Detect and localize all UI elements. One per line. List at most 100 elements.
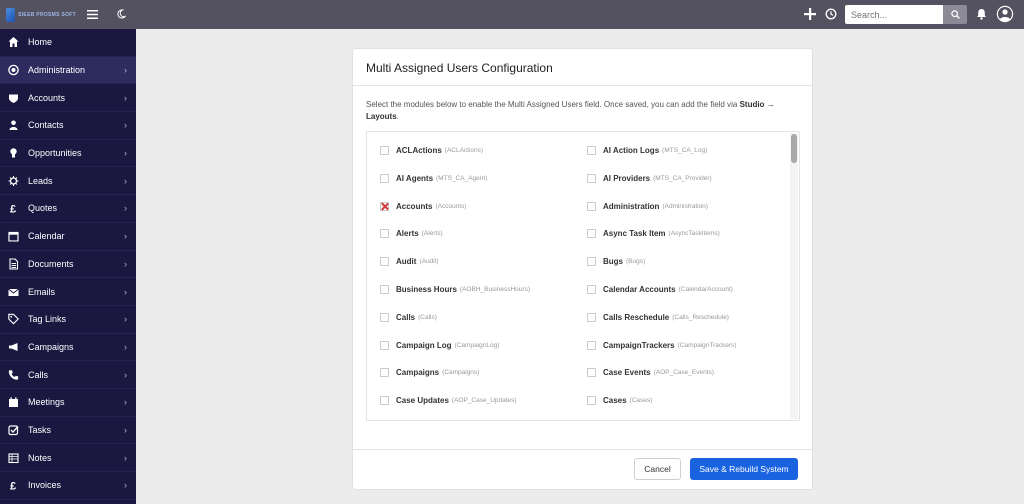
- scrollbar-thumb[interactable]: [791, 134, 797, 163]
- module-option-async-task-item[interactable]: Async Task Item (AsyncTaskItems): [587, 229, 720, 239]
- sidebar-item-label: Home: [28, 37, 53, 48]
- module-checkbox[interactable]: [587, 340, 596, 350]
- module-checkbox[interactable]: [587, 229, 596, 239]
- modules-scrollbar[interactable]: [790, 133, 798, 419]
- module-checkbox[interactable]: [587, 396, 596, 406]
- module-checkbox[interactable]: [380, 257, 389, 267]
- sidebar-item-administration[interactable]: Administration ›: [0, 56, 136, 85]
- module-key: (Bugs): [626, 258, 646, 266]
- module-checkbox[interactable]: [380, 285, 389, 294]
- sidebar-item-home[interactable]: Home: [0, 29, 136, 57]
- module-option-accounts[interactable]: Accounts (Accounts): [380, 201, 467, 211]
- module-key: (Calls): [418, 313, 437, 321]
- sidebar-item-accounts[interactable]: Accounts ›: [0, 84, 136, 113]
- module-option-ai-agents[interactable]: AI Agents (MTS_CA_Agent): [380, 173, 488, 183]
- sidebar-item-emails[interactable]: Emails ›: [0, 278, 136, 306]
- module-name: Alerts: [396, 229, 419, 239]
- module-option-calls-reschedule[interactable]: Calls Reschedule (Calls_Reschedule): [587, 312, 729, 322]
- user-avatar-icon[interactable]: [996, 5, 1014, 23]
- hamburger-icon[interactable]: [84, 6, 100, 22]
- module-option-aclactions[interactable]: ACLActions (ACLActions): [380, 146, 483, 155]
- contacts-icon: [8, 120, 19, 131]
- module-checkbox[interactable]: [380, 340, 389, 350]
- sidebar-item-label: Invoices: [28, 480, 62, 491]
- plus-icon[interactable]: [802, 6, 818, 22]
- chevron-right-icon: ›: [124, 424, 127, 435]
- phone-icon: [8, 369, 19, 380]
- module-option-administration[interactable]: Administration (Administration): [587, 201, 708, 211]
- module-checkbox[interactable]: [380, 312, 389, 322]
- module-checkbox[interactable]: [380, 146, 389, 155]
- sidebar-item-tag-links[interactable]: Tag Links ›: [0, 306, 136, 334]
- module-checkbox[interactable]: [587, 201, 596, 211]
- module-option-cases[interactable]: Cases (Cases): [587, 396, 652, 406]
- sidebar-item-tasks[interactable]: Tasks ›: [0, 417, 136, 445]
- document-icon: [8, 258, 19, 270]
- search-icon: [950, 10, 960, 19]
- bell-icon[interactable]: [973, 6, 989, 22]
- module-key: (MTS_CA_Agent): [436, 174, 488, 182]
- search-button[interactable]: [943, 5, 967, 24]
- module-option-case-updates[interactable]: Case Updates (AOP_Case_Updates): [380, 396, 517, 406]
- module-option-audit[interactable]: Audit (Audit): [380, 257, 439, 267]
- module-key: (Alerts): [421, 230, 443, 238]
- sidebar-item-invoices[interactable]: £ Invoices ›: [0, 472, 136, 500]
- module-checkbox[interactable]: [587, 173, 596, 183]
- module-option-business-hours[interactable]: Business Hours (AOBH_BusinessHours): [380, 285, 530, 294]
- sidebar-item-label: Calls: [28, 369, 49, 380]
- pound-icon: £: [8, 480, 19, 491]
- module-key: (Audit): [419, 258, 439, 266]
- module-key: (CampaignTrackers): [677, 341, 737, 349]
- module-option-campaigntrackers[interactable]: CampaignTrackers (CampaignTrackers): [587, 340, 737, 350]
- module-key: (MTS_CA_Log): [662, 147, 708, 154]
- sidebar-item-campaigns[interactable]: Campaigns ›: [0, 334, 136, 362]
- save-rebuild-button[interactable]: Save & Rebuild System: [690, 458, 798, 480]
- svg-text:£: £: [10, 204, 16, 214]
- company-logo[interactable]: SIEEB PROSMS SOFT: [6, 6, 76, 23]
- module-checkbox[interactable]: [380, 229, 389, 239]
- module-option-campaigns[interactable]: Campaigns (Campaigns): [380, 368, 479, 378]
- sidebar-item-meetings[interactable]: Meetings ›: [0, 389, 136, 417]
- sidebar-item-documents[interactable]: Documents ›: [0, 251, 136, 279]
- module-option-bugs[interactable]: Bugs (Bugs): [587, 257, 646, 267]
- sidebar-item-label: Accounts: [28, 92, 66, 103]
- chevron-right-icon: ›: [124, 397, 127, 408]
- module-key: (AOBH_BusinessHours): [459, 286, 530, 293]
- sidebar-item-contacts[interactable]: Contacts ›: [0, 112, 136, 140]
- history-icon[interactable]: [823, 6, 839, 22]
- module-name: Calls Reschedule: [603, 312, 670, 322]
- cancel-button[interactable]: Cancel: [634, 458, 681, 480]
- sidebar-item-calls[interactable]: Calls ›: [0, 361, 136, 389]
- module-checkbox[interactable]: [380, 173, 389, 183]
- module-option-calendar-accounts[interactable]: Calendar Accounts (CalendarAccount): [587, 285, 733, 294]
- module-checkbox[interactable]: [380, 368, 389, 378]
- calendar-icon: [8, 231, 19, 242]
- moon-icon[interactable]: [113, 6, 129, 22]
- search-input[interactable]: [845, 5, 943, 24]
- module-checkbox[interactable]: [380, 201, 389, 211]
- sidebar-item-label: Tag Links: [28, 314, 67, 325]
- module-option-ai-providers[interactable]: AI Providers (MTS_CA_Provider): [587, 173, 712, 183]
- module-checkbox[interactable]: [587, 257, 596, 267]
- module-checkbox[interactable]: [587, 312, 596, 322]
- sidebar-item-opportunities[interactable]: Opportunities ›: [0, 140, 136, 168]
- module-name: Accounts: [396, 201, 433, 211]
- module-checkbox[interactable]: [587, 146, 596, 155]
- module-option-calls[interactable]: Calls (Calls): [380, 312, 437, 322]
- chevron-right-icon: ›: [124, 203, 127, 214]
- sidebar-item-label: Leads: [28, 175, 53, 186]
- sidebar-item-label: Notes: [28, 452, 52, 463]
- sidebar-item-label: Campaigns: [28, 341, 74, 352]
- module-checkbox[interactable]: [587, 285, 596, 294]
- sidebar-item-calendar[interactable]: Calendar ›: [0, 223, 136, 251]
- module-checkbox[interactable]: [587, 368, 596, 378]
- module-option-campaign-log[interactable]: Campaign Log (CampaignLog): [380, 340, 499, 350]
- module-option-case-events[interactable]: Case Events (AOP_Case_Events): [587, 368, 714, 378]
- module-name: Business Hours: [396, 285, 457, 294]
- module-option-ai-action-logs[interactable]: AI Action Logs (MTS_CA_Log): [587, 146, 707, 155]
- sidebar-item-quotes[interactable]: £ Quotes ›: [0, 195, 136, 223]
- sidebar-item-leads[interactable]: Leads ›: [0, 167, 136, 196]
- sidebar-item-notes[interactable]: Notes ›: [0, 444, 136, 472]
- module-checkbox[interactable]: [380, 396, 389, 406]
- module-option-alerts[interactable]: Alerts (Alerts): [380, 229, 443, 239]
